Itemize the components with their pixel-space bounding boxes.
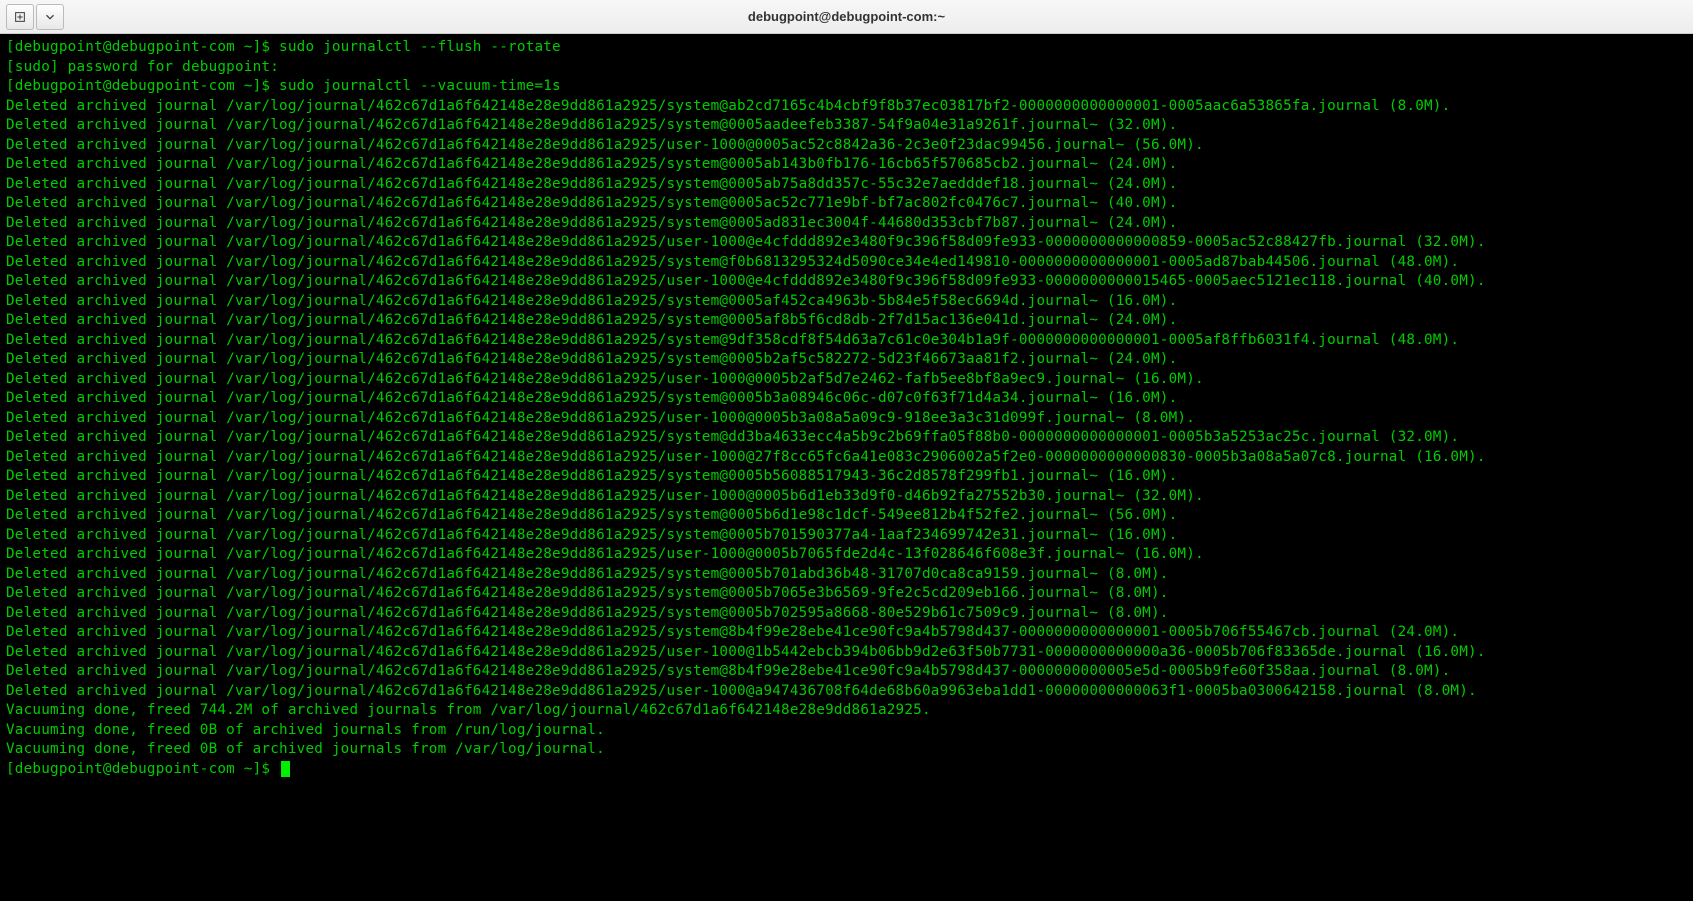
chevron-down-icon (43, 10, 57, 24)
window-title: debugpoint@debugpoint-com:~ (748, 9, 945, 24)
titlebar-controls (6, 4, 64, 30)
prompt-line: [debugpoint@debugpoint-com ~]$ (6, 761, 279, 777)
dropdown-button[interactable] (36, 4, 64, 30)
new-tab-button[interactable] (6, 4, 34, 30)
terminal-output[interactable]: [debugpoint@debugpoint-com ~]$ sudo jour… (0, 34, 1693, 901)
titlebar: debugpoint@debugpoint-com:~ (0, 0, 1693, 34)
cursor (281, 761, 290, 777)
new-tab-icon (13, 10, 27, 24)
